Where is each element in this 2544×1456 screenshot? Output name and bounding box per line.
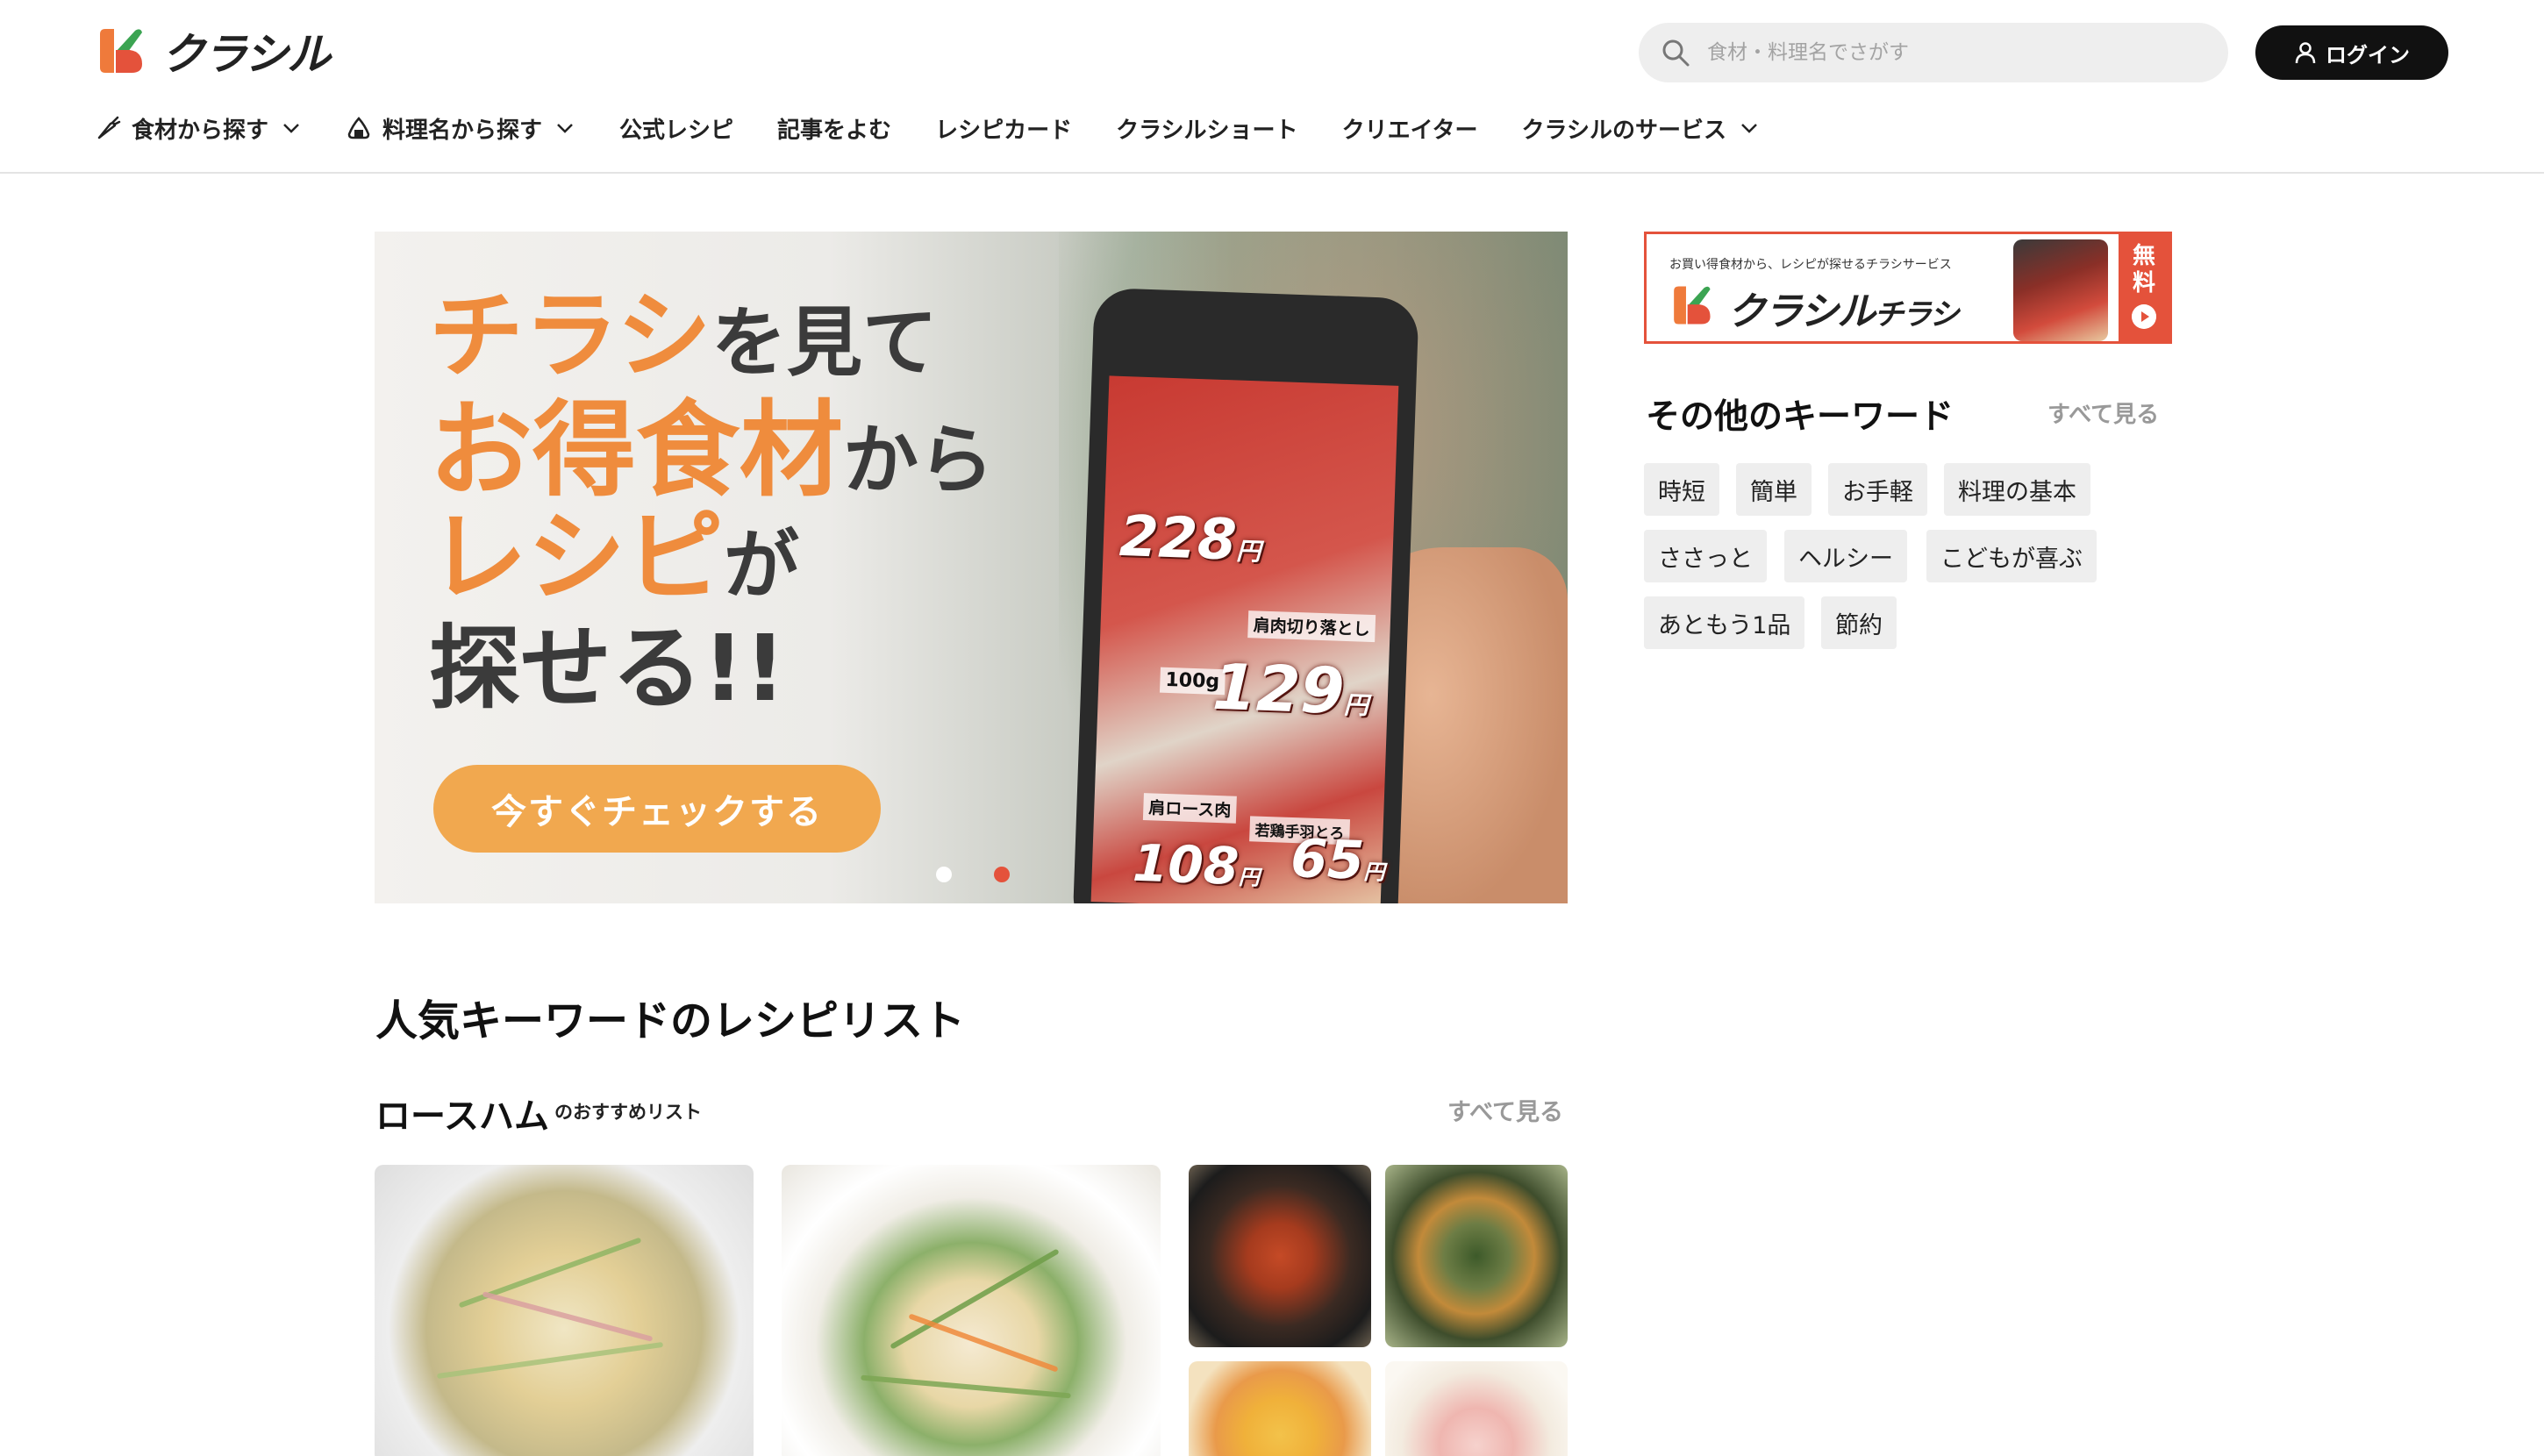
kurashiru-logo-icon	[100, 29, 142, 73]
keyword-tag[interactable]: ヘルシー	[1784, 530, 1907, 582]
weight-label: 100g	[1159, 667, 1226, 696]
keyword-tag[interactable]: あともう1品	[1644, 596, 1805, 649]
play-icon	[2132, 304, 2156, 330]
hero-text: を見て	[711, 299, 938, 387]
keyword-list-note: のおすすめリスト	[554, 1102, 702, 1123]
nav-label: 料理名から探す	[382, 117, 543, 144]
recipe-thumbnail[interactable]	[1189, 1361, 1371, 1456]
nav-item-shorts[interactable]: クラシルショート	[1116, 112, 1297, 145]
price-label: 108円	[1131, 832, 1261, 896]
search-box[interactable]	[1639, 23, 2228, 82]
nav-label: レシピカード	[935, 117, 1073, 144]
nav-item-articles[interactable]: 記事をよむ	[777, 112, 891, 145]
product-label: 肩肉切り落とし	[1247, 610, 1376, 643]
ad-tagline: お買い得食材から、レシピが探せるチラシサービス	[1669, 258, 1952, 272]
chirashi-ad-banner[interactable]: お買い得食材から、レシピが探せるチラシサービス クラシルチラシ 無 料	[1644, 232, 2172, 344]
keyword-list-title: ロースハム	[375, 1096, 549, 1137]
price-label: 228円	[1118, 503, 1261, 574]
hero-text: が	[724, 522, 799, 610]
onigiri-icon	[347, 117, 370, 139]
user-icon	[2295, 42, 2316, 64]
phone-image: 228円 肩肉切り落とし 129円 100g 肩ロース肉 若鶏手羽とろ 108円…	[1072, 287, 1419, 903]
login-button[interactable]: ログイン	[2255, 25, 2448, 80]
main-nav: 食材から探す 料理名から探す 公式レシピ 記事をよむ レシピカード クラシルショ…	[95, 109, 1804, 147]
check-now-button[interactable]: 今すぐチェックする	[433, 765, 881, 853]
keyword-tag[interactable]: 時短	[1644, 463, 1719, 516]
other-keywords-title: その他のキーワード	[1646, 397, 1954, 437]
recipe-thumbnail[interactable]	[1385, 1165, 1568, 1347]
keyword-tag[interactable]: ささっと	[1644, 530, 1767, 582]
carousel-dot[interactable]	[936, 867, 952, 882]
keyword-tag[interactable]: お手軽	[1828, 463, 1927, 516]
site-header: クラシル ログイン 食材から探す 料理名から探す	[0, 0, 2544, 174]
login-label: ログイン	[2326, 42, 2410, 68]
hero-banner[interactable]: チラシを見て お得食材から レシピが 探せる!! 今すぐチェックする 228円 …	[375, 232, 1568, 903]
site-logo[interactable]: クラシル	[95, 25, 331, 80]
nav-label: クラシルショート	[1116, 117, 1298, 144]
ad-phone-image	[2013, 239, 2108, 341]
recipe-thumbnail[interactable]	[1385, 1361, 1568, 1456]
nav-item-official-recipes[interactable]: 公式レシピ	[619, 112, 733, 145]
nav-item-services[interactable]: クラシルのサービス	[1522, 112, 1760, 145]
hero-headline-line-1: チラシを見て	[429, 289, 938, 384]
chevron-down-icon	[283, 124, 299, 133]
carousel-dots	[936, 867, 1052, 882]
nav-item-creators[interactable]: クリエイター	[1342, 112, 1478, 145]
recipe-thumbnail[interactable]	[1189, 1165, 1371, 1347]
flyer-screen: 228円 肩肉切り落とし 129円 100g 肩ロース肉 若鶏手羽とろ 108円…	[1090, 375, 1399, 903]
nav-label: クラシルのサービス	[1521, 117, 1727, 144]
carrot-icon	[97, 116, 121, 139]
see-all-recipes-link[interactable]: すべて見る	[1447, 1093, 1563, 1127]
keyword-tag[interactable]: 料理の基本	[1944, 463, 2090, 516]
free-badge: 無 料	[2119, 234, 2169, 341]
chevron-down-icon	[557, 124, 573, 133]
nav-item-dishes[interactable]: 料理名から探す	[346, 112, 575, 145]
recipe-thumbnail[interactable]	[375, 1165, 754, 1456]
search-input[interactable]	[1707, 41, 2198, 64]
recipe-thumbnail[interactable]	[782, 1165, 1161, 1456]
nav-label: 記事をよむ	[777, 117, 892, 144]
keyword-tag[interactable]: こどもが喜ぶ	[1926, 530, 2097, 582]
price-label: 129円	[1211, 649, 1369, 728]
carousel-dot-active[interactable]	[994, 867, 1010, 882]
hero-highlight: お得食材	[429, 389, 844, 510]
nav-label: クリエイター	[1341, 117, 1478, 144]
nav-item-recipe-cards[interactable]: レシピカード	[935, 112, 1072, 145]
free-label: 無	[2132, 243, 2155, 269]
keyword-tag[interactable]: 簡単	[1736, 463, 1812, 516]
free-label: 料	[2132, 270, 2155, 297]
hero-headline-line-2: お得食材から	[429, 398, 994, 502]
popular-keywords-title: 人気キーワードのレシピリスト	[375, 996, 966, 1046]
price-label: 65円	[1290, 827, 1385, 892]
nav-item-ingredients[interactable]: 食材から探す	[95, 112, 302, 145]
hero-text: から	[843, 417, 995, 504]
kurashiru-logo-icon	[1674, 286, 1711, 325]
search-icon	[1662, 39, 1690, 67]
hero-highlight: チラシ	[429, 282, 711, 391]
chevron-down-icon	[1741, 124, 1757, 133]
nav-label: 食材から探す	[132, 117, 269, 144]
ad-brand: クラシルチラシ	[1727, 289, 1959, 334]
nav-label: 公式レシピ	[619, 117, 734, 144]
keyword-tag[interactable]: 節約	[1821, 596, 1897, 649]
logo-text: クラシル	[161, 29, 331, 80]
hero-highlight: レシピ	[429, 501, 724, 615]
hero-headline-line-4: 探せる!!	[429, 615, 786, 722]
product-label: 肩ロース肉	[1142, 793, 1237, 824]
hero-headline-line-3: レシピが	[429, 509, 799, 607]
see-all-keywords-link[interactable]: すべて見る	[2047, 396, 2159, 429]
